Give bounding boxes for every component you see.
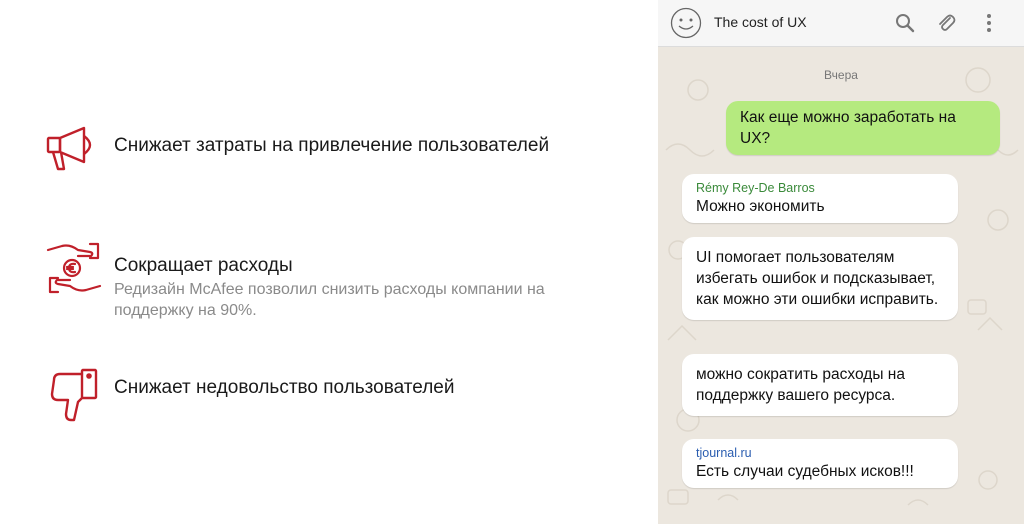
message-incoming[interactable]: UI помогает пользователям избегать ошибо… <box>682 237 958 320</box>
search-icon[interactable] <box>894 12 916 34</box>
smiley-avatar-icon[interactable] <box>670 7 702 39</box>
more-vertical-icon[interactable] <box>978 12 1000 34</box>
message-sender: Rémy Rey-De Barros <box>696 181 815 195</box>
feature-description: Редизайн McAfee позволил снизить расходы… <box>114 281 545 319</box>
date-separator: Вчера <box>824 68 858 82</box>
message-text: Есть случаи судебных исков!!! <box>696 463 914 480</box>
message-incoming[interactable]: Rémy Rey-De Barros Можно экономить <box>682 174 958 223</box>
feature-title: Снижает затраты на привлечение пользоват… <box>114 135 550 156</box>
megaphone-icon <box>46 126 92 171</box>
message-outgoing[interactable]: Как еще можно заработать на UX? <box>726 101 1000 155</box>
feature-acquisition: Снижает затраты на привлечение пользоват… <box>44 122 549 182</box>
message-text: Как еще можно заработать на UX? <box>740 109 956 147</box>
message-incoming[interactable]: можно сократить расходы на поддержку ваш… <box>682 354 958 416</box>
chat-window: The cost of UX Вчера Как еще можно зараб… <box>658 0 1024 524</box>
message-sender-link[interactable]: tjournal.ru <box>696 445 944 461</box>
slide-panel: Снижает затраты на привлечение пользоват… <box>0 0 658 524</box>
message-incoming[interactable]: tjournal.ru Есть случаи судебных исков!!… <box>682 439 958 488</box>
feature-dissatisfaction: Снижает недовольство пользователей <box>44 366 454 426</box>
paperclip-icon[interactable] <box>935 12 957 34</box>
chat-header: The cost of UX <box>658 0 1024 47</box>
feature-title: Сокращает расходы <box>114 255 293 276</box>
thumbs-down-icon <box>50 368 98 422</box>
message-text: Можно экономить <box>696 198 825 215</box>
message-text: можно сократить расходы на поддержку ваш… <box>696 366 905 404</box>
hands-euro-icon <box>46 242 102 294</box>
message-text: UI помогает пользователям избегать ошибо… <box>696 249 939 308</box>
chat-title: The cost of UX <box>714 14 807 30</box>
feature-costs: Сокращает расходы Редизайн McAfee позвол… <box>44 238 604 321</box>
feature-title: Снижает недовольство пользователей <box>114 377 455 398</box>
